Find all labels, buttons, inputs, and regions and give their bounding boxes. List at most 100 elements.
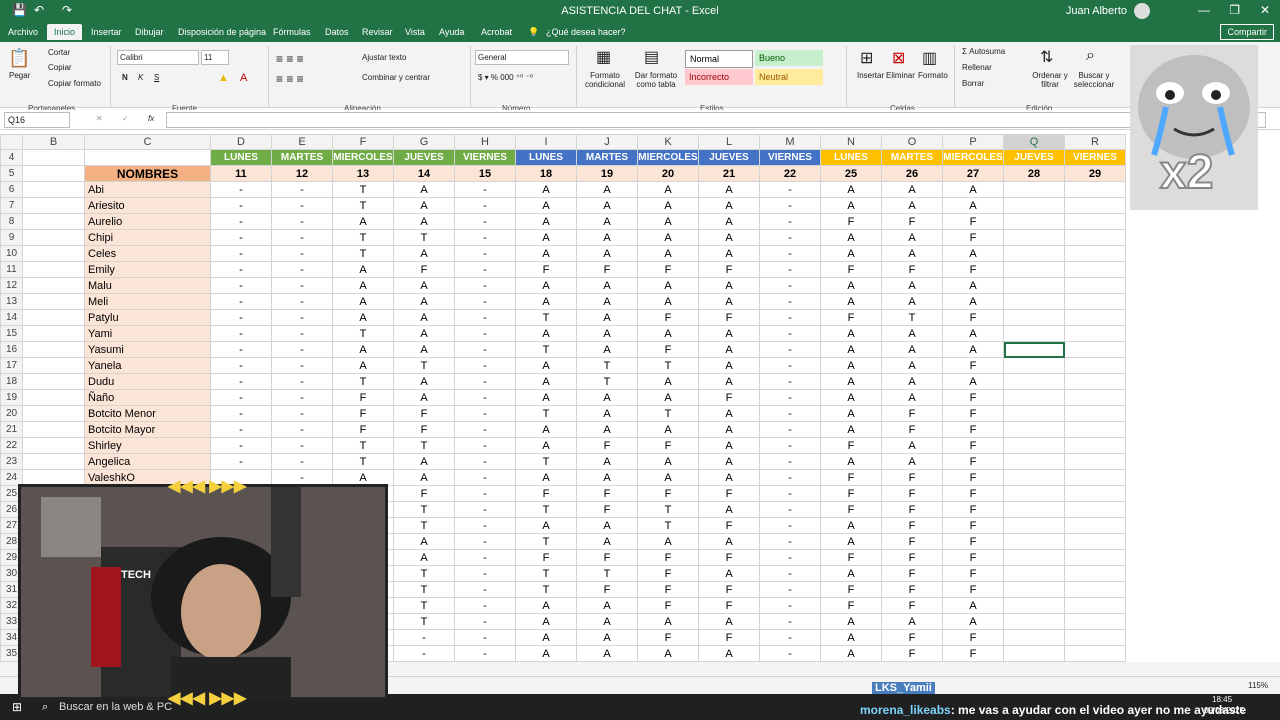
- attendance-cell[interactable]: -: [759, 437, 821, 454]
- date-cell[interactable]: 13: [332, 165, 394, 182]
- attendance-cell[interactable]: F: [820, 309, 882, 326]
- name-cell[interactable]: Yasumi: [84, 341, 211, 358]
- attendance-cell[interactable]: -: [210, 325, 272, 342]
- fill-color-icon[interactable]: ▲: [218, 72, 229, 84]
- attendance-cell[interactable]: A: [515, 613, 577, 630]
- attendance-cell[interactable]: [1003, 389, 1065, 406]
- number-format-buttons[interactable]: $ ▾ % 000 ⁺⁰ ⁻⁰: [478, 73, 533, 82]
- name-cell[interactable]: Shirley: [84, 437, 211, 454]
- share-button[interactable]: Compartir: [1220, 24, 1274, 40]
- attendance-cell[interactable]: F: [942, 469, 1004, 486]
- attendance-cell[interactable]: T: [515, 565, 577, 582]
- paste-button[interactable]: Pegar: [9, 71, 30, 80]
- attendance-cell[interactable]: -: [454, 341, 516, 358]
- attendance-cell[interactable]: -: [393, 629, 455, 646]
- cell[interactable]: [22, 357, 85, 374]
- attendance-cell[interactable]: T: [576, 565, 638, 582]
- attendance-cell[interactable]: T: [332, 197, 394, 214]
- attendance-cell[interactable]: -: [759, 373, 821, 390]
- attendance-cell[interactable]: -: [271, 213, 333, 230]
- attendance-cell[interactable]: A: [332, 277, 394, 294]
- attendance-cell[interactable]: A: [637, 389, 699, 406]
- attendance-cell[interactable]: A: [942, 613, 1004, 630]
- attendance-cell[interactable]: T: [332, 245, 394, 262]
- attendance-cell[interactable]: -: [759, 597, 821, 614]
- attendance-cell[interactable]: A: [637, 645, 699, 662]
- attendance-cell[interactable]: A: [576, 405, 638, 422]
- attendance-cell[interactable]: -: [454, 229, 516, 246]
- attendance-cell[interactable]: A: [576, 181, 638, 198]
- date-cell[interactable]: 28: [1003, 165, 1065, 182]
- attendance-cell[interactable]: -: [210, 277, 272, 294]
- cell[interactable]: [22, 197, 85, 214]
- attendance-cell[interactable]: -: [759, 181, 821, 198]
- attendance-cell[interactable]: F: [637, 341, 699, 358]
- attendance-cell[interactable]: F: [942, 357, 1004, 374]
- close-icon[interactable]: ✕: [1260, 3, 1270, 17]
- attendance-cell[interactable]: -: [210, 421, 272, 438]
- attendance-cell[interactable]: F: [637, 261, 699, 278]
- attendance-cell[interactable]: A: [698, 293, 760, 310]
- attendance-cell[interactable]: A: [637, 421, 699, 438]
- style-neutral[interactable]: Neutral: [755, 69, 823, 85]
- attendance-cell[interactable]: F: [881, 549, 943, 566]
- attendance-cell[interactable]: T: [393, 613, 455, 630]
- attendance-cell[interactable]: A: [820, 613, 882, 630]
- date-cell[interactable]: 18: [515, 165, 577, 182]
- attendance-cell[interactable]: -: [210, 357, 272, 374]
- attendance-cell[interactable]: -: [759, 197, 821, 214]
- attendance-cell[interactable]: A: [515, 517, 577, 534]
- attendance-cell[interactable]: -: [271, 357, 333, 374]
- day-header-cell[interactable]: MARTES: [271, 149, 333, 166]
- attendance-cell[interactable]: -: [454, 293, 516, 310]
- cut-button[interactable]: Cortar: [48, 48, 70, 57]
- attendance-cell[interactable]: F: [576, 437, 638, 454]
- attendance-cell[interactable]: A: [393, 389, 455, 406]
- attendance-cell[interactable]: [1064, 517, 1126, 534]
- attendance-cell[interactable]: F: [637, 485, 699, 502]
- restore-icon[interactable]: ❐: [1229, 3, 1240, 17]
- taskbar-search-input[interactable]: Buscar en la web & PC: [59, 701, 172, 713]
- attendance-cell[interactable]: -: [454, 629, 516, 646]
- attendance-cell[interactable]: A: [576, 213, 638, 230]
- attendance-cell[interactable]: -: [759, 645, 821, 662]
- tell-me[interactable]: ¿Qué desea hacer?: [546, 27, 626, 37]
- attendance-cell[interactable]: F: [698, 261, 760, 278]
- attendance-cell[interactable]: F: [576, 485, 638, 502]
- attendance-cell[interactable]: -: [210, 405, 272, 422]
- number-format-select[interactable]: General: [475, 50, 569, 65]
- attendance-cell[interactable]: A: [576, 245, 638, 262]
- name-cell[interactable]: Angelica: [84, 453, 211, 470]
- cell[interactable]: [22, 389, 85, 406]
- day-header-cell[interactable]: LUNES: [210, 149, 272, 166]
- attendance-cell[interactable]: A: [332, 341, 394, 358]
- attendance-cell[interactable]: A: [576, 341, 638, 358]
- name-cell[interactable]: Meli: [84, 293, 211, 310]
- attendance-cell[interactable]: [1064, 469, 1126, 486]
- attendance-cell[interactable]: -: [759, 229, 821, 246]
- attendance-cell[interactable]: A: [942, 245, 1004, 262]
- tab-dibujar[interactable]: Dibujar: [135, 27, 164, 37]
- cell[interactable]: [22, 309, 85, 326]
- attendance-cell[interactable]: -: [210, 261, 272, 278]
- attendance-cell[interactable]: A: [698, 181, 760, 198]
- attendance-cell[interactable]: A: [698, 229, 760, 246]
- attendance-cell[interactable]: -: [210, 181, 272, 198]
- attendance-cell[interactable]: [1064, 389, 1126, 406]
- name-cell[interactable]: Malu: [84, 277, 211, 294]
- attendance-cell[interactable]: A: [393, 245, 455, 262]
- attendance-cell[interactable]: T: [515, 309, 577, 326]
- attendance-cell[interactable]: A: [942, 181, 1004, 198]
- attendance-cell[interactable]: A: [820, 565, 882, 582]
- attendance-cell[interactable]: -: [454, 597, 516, 614]
- attendance-cell[interactable]: -: [759, 565, 821, 582]
- attendance-cell[interactable]: T: [515, 533, 577, 550]
- date-cell[interactable]: 26: [881, 165, 943, 182]
- name-cell[interactable]: Botcito Mayor: [84, 421, 211, 438]
- attendance-cell[interactable]: A: [576, 229, 638, 246]
- column-header[interactable]: O: [881, 134, 943, 150]
- attendance-cell[interactable]: -: [271, 181, 333, 198]
- attendance-cell[interactable]: [1064, 421, 1126, 438]
- attendance-cell[interactable]: T: [637, 405, 699, 422]
- attendance-cell[interactable]: -: [759, 389, 821, 406]
